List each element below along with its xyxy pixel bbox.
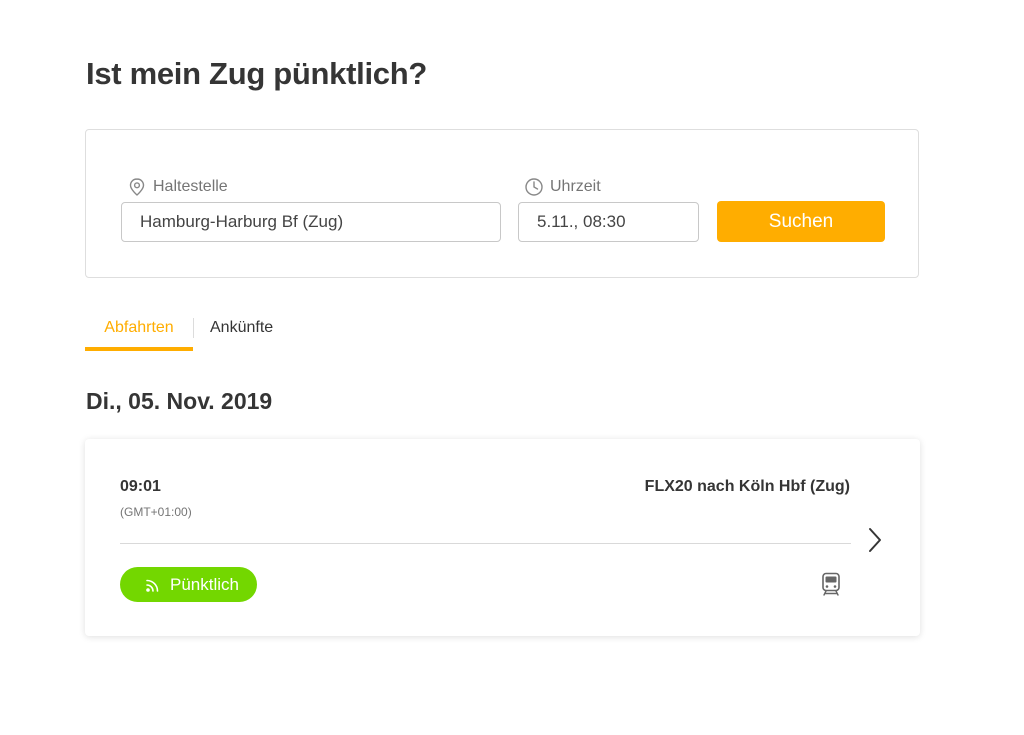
search-button[interactable]: Suchen bbox=[717, 201, 885, 242]
chevron-right-icon[interactable] bbox=[865, 525, 885, 555]
departure-card[interactable]: 09:01 (GMT+01:00) FLX20 nach Köln Hbf (Z… bbox=[85, 439, 920, 636]
time-input[interactable]: 5.11., 08:30 bbox=[518, 202, 699, 242]
stop-label: Haltestelle bbox=[153, 178, 228, 195]
stop-input-value: Hamburg-Harburg Bf (Zug) bbox=[140, 212, 344, 231]
train-icon bbox=[822, 572, 840, 596]
departure-time: 09:01 bbox=[120, 478, 161, 495]
train-destination: FLX20 nach Köln Hbf (Zug) bbox=[644, 478, 850, 495]
live-signal-icon bbox=[146, 579, 159, 592]
timezone: (GMT+01:00) bbox=[120, 505, 192, 519]
status-text: Pünktlich bbox=[170, 574, 239, 594]
tab-separator bbox=[193, 318, 194, 338]
stop-input[interactable]: Hamburg-Harburg Bf (Zug) bbox=[121, 202, 501, 242]
tab-departures[interactable]: Abfahrten bbox=[85, 314, 193, 351]
search-card: Haltestelle Uhrzeit Hamburg-Harburg Bf (… bbox=[85, 129, 919, 278]
stop-field-label: Haltestelle bbox=[127, 177, 228, 197]
time-input-value: 5.11., 08:30 bbox=[537, 212, 626, 231]
tab-arrivals[interactable]: Ankünfte bbox=[210, 314, 273, 351]
tab-bar: Abfahrten Ankünfte bbox=[85, 314, 385, 351]
status-badge: Pünktlich bbox=[120, 567, 257, 602]
date-heading: Di., 05. Nov. 2019 bbox=[86, 388, 273, 414]
divider bbox=[120, 543, 851, 544]
location-pin-icon bbox=[129, 178, 145, 196]
page-title: Ist mein Zug pünktlich? bbox=[86, 56, 427, 91]
time-field-label: Uhrzeit bbox=[524, 177, 601, 197]
time-label: Uhrzeit bbox=[550, 178, 601, 195]
clock-icon bbox=[525, 178, 543, 196]
page: Ist mein Zug pünktlich? Haltestelle Uhrz… bbox=[0, 0, 1024, 735]
